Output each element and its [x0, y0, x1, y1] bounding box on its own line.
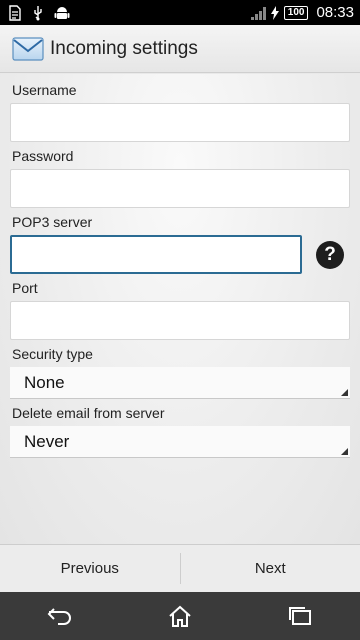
pop3-server-field[interactable]: [10, 235, 302, 274]
recent-apps-icon[interactable]: [240, 606, 360, 626]
back-icon[interactable]: [0, 607, 120, 625]
next-button-label: Next: [254, 560, 286, 577]
status-clock: 08:33: [316, 4, 354, 21]
android-icon: [54, 5, 70, 21]
dropdown-corner-icon: [341, 389, 348, 396]
delete-email-dropdown[interactable]: Never: [10, 426, 350, 458]
security-type-value: None: [24, 372, 65, 392]
button-bar: Previous Next: [0, 544, 360, 592]
delete-email-label: Delete email from server: [12, 405, 165, 421]
next-button[interactable]: Next: [181, 545, 360, 592]
security-type-dropdown[interactable]: None: [10, 367, 350, 399]
port-field[interactable]: [10, 301, 350, 340]
password-field[interactable]: [10, 169, 350, 208]
username-label: Username: [12, 82, 77, 98]
action-bar: Incoming settings: [0, 25, 360, 73]
security-type-label: Security type: [12, 346, 93, 362]
help-icon[interactable]: ?: [316, 241, 344, 269]
password-label: Password: [12, 148, 74, 164]
previous-button[interactable]: Previous: [0, 545, 180, 592]
username-field[interactable]: [10, 103, 350, 142]
settings-form: Username Password POP3 server ? Port Sec…: [0, 74, 360, 544]
email-envelope-icon: [12, 36, 44, 62]
navigation-bar: [0, 592, 360, 640]
signal-icon: [250, 6, 266, 20]
delete-email-value: Never: [24, 431, 70, 451]
dropdown-corner-icon: [341, 448, 348, 455]
status-bar: 100 08:33: [0, 0, 360, 25]
pop3-server-label: POP3 server: [12, 214, 93, 230]
charging-icon: [270, 5, 280, 20]
edit-note-icon: [8, 4, 22, 21]
port-label: Port: [12, 280, 38, 296]
help-glyph: ?: [324, 244, 336, 265]
battery-indicator: 100: [283, 5, 309, 20]
home-icon[interactable]: [120, 605, 240, 627]
usb-icon: [32, 5, 44, 21]
previous-button-label: Previous: [60, 560, 119, 577]
page-title: Incoming settings: [50, 37, 198, 59]
